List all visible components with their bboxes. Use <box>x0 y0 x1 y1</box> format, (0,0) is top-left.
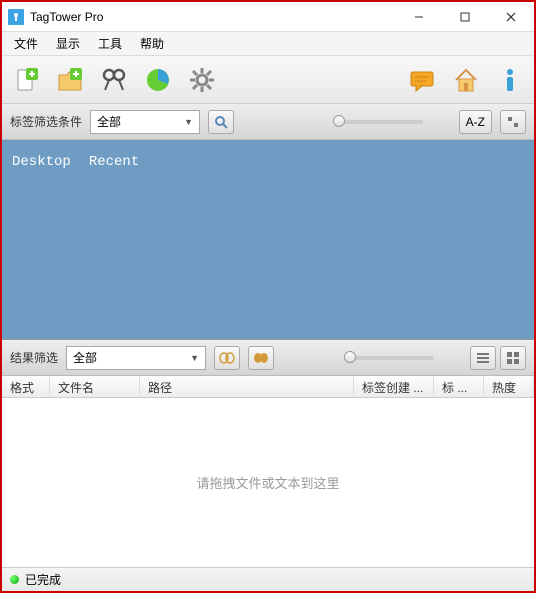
tag-filter-label: 标签筛选条件 <box>10 113 82 130</box>
col-tag-created[interactable]: 标签创建 ... <box>354 376 434 397</box>
col-heat[interactable]: 热度 <box>484 376 534 397</box>
window-title: TagTower Pro <box>30 10 103 24</box>
menu-file[interactable]: 文件 <box>6 32 46 55</box>
tag-filter-value: 全部 <box>97 113 121 130</box>
drop-placeholder: 请拖拽文件或文本到这里 <box>196 473 339 492</box>
minimize-button[interactable] <box>396 3 442 31</box>
expand-button[interactable] <box>500 110 526 134</box>
result-filter-value: 全部 <box>73 349 97 366</box>
result-filter-bar: 结果筛选 全部 ▼ <box>2 340 534 376</box>
tag-filter-bar: 标签筛选条件 全部 ▼ A-Z <box>2 104 534 140</box>
filter-mode1-button[interactable] <box>214 346 240 370</box>
sort-az-button[interactable]: A-Z <box>459 110 492 134</box>
sort-az-label: A-Z <box>466 115 485 129</box>
settings-button[interactable] <box>186 64 218 96</box>
chevron-down-icon: ▼ <box>190 353 199 363</box>
status-bar: 已完成 <box>2 567 534 591</box>
list-view-button[interactable] <box>470 346 496 370</box>
menu-bar: 文件 显示 工具 帮助 <box>2 32 534 56</box>
message-button[interactable] <box>406 64 438 96</box>
filter-search-button[interactable] <box>208 110 234 134</box>
col-tags[interactable]: 标 ... <box>434 376 484 397</box>
home-button[interactable] <box>450 64 482 96</box>
menu-tools[interactable]: 工具 <box>90 32 130 55</box>
status-led-icon <box>10 575 19 584</box>
results-drop-area[interactable]: 请拖拽文件或文本到这里 <box>2 398 534 567</box>
grid-view-button[interactable] <box>500 346 526 370</box>
col-filename[interactable]: 文件名 <box>50 376 140 397</box>
tags-panel: Desktop Recent <box>2 140 534 340</box>
maximize-button[interactable] <box>442 3 488 31</box>
zoom-slider[interactable] <box>333 120 423 124</box>
close-button[interactable] <box>488 3 534 31</box>
title-bar: TagTower Pro <box>2 2 534 32</box>
results-table-header: 格式 文件名 路径 标签创建 ... 标 ... 热度 <box>2 376 534 398</box>
stats-button[interactable] <box>142 64 174 96</box>
filter-mode2-button[interactable] <box>248 346 274 370</box>
result-filter-combo[interactable]: 全部 ▼ <box>66 346 206 370</box>
menu-help[interactable]: 帮助 <box>132 32 172 55</box>
info-button[interactable] <box>494 64 526 96</box>
result-filter-label: 结果筛选 <box>10 349 58 366</box>
tag-filter-combo[interactable]: 全部 ▼ <box>90 110 200 134</box>
status-text: 已完成 <box>25 571 61 588</box>
search-button[interactable] <box>98 64 130 96</box>
app-icon <box>8 9 24 25</box>
chevron-down-icon: ▼ <box>184 117 193 127</box>
tag-item[interactable]: Desktop <box>12 154 71 170</box>
menu-view[interactable]: 显示 <box>48 32 88 55</box>
col-format[interactable]: 格式 <box>2 376 50 397</box>
new-file-button[interactable] <box>10 64 42 96</box>
result-zoom-slider[interactable] <box>344 356 434 360</box>
main-toolbar <box>2 56 534 104</box>
col-path[interactable]: 路径 <box>140 376 354 397</box>
new-folder-button[interactable] <box>54 64 86 96</box>
tag-item[interactable]: Recent <box>89 154 139 170</box>
